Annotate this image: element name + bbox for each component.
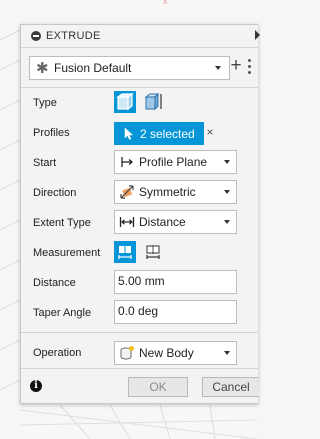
profiles-label: Profiles (33, 127, 70, 139)
dialog-title-bar[interactable]: EXTRUDE (21, 25, 260, 48)
measurement-half-button[interactable] (114, 241, 136, 263)
cancel-button[interactable]: Cancel (202, 377, 259, 397)
more-options-icon[interactable] (247, 59, 253, 75)
ok-button[interactable]: OK (128, 377, 188, 397)
measurement-whole-button[interactable] (142, 241, 164, 263)
distance-input[interactable] (115, 271, 228, 291)
extrude-solid-icon (116, 92, 134, 111)
dialog-title: EXTRUDE (46, 30, 101, 42)
profiles-select-button[interactable]: 2 selected (114, 122, 204, 145)
add-preset-button[interactable]: + (228, 56, 244, 78)
taper-angle-input[interactable] (115, 301, 228, 321)
preset-dropdown[interactable]: ✱ Fusion Default (29, 56, 230, 80)
star-icon: ✱ (36, 60, 49, 77)
symmetric-direction-icon (120, 185, 134, 199)
direction-value: Symmetric (139, 185, 196, 199)
profile-plane-icon (121, 157, 134, 167)
taper-angle-label: Taper Angle (33, 307, 92, 319)
distance-label: Distance (33, 277, 76, 289)
chevron-down-icon (224, 220, 230, 224)
cursor-icon (124, 127, 134, 140)
extent-type-value: Distance (139, 215, 186, 229)
divider (21, 332, 258, 333)
start-value: Profile Plane (139, 155, 208, 169)
taper-angle-field[interactable] (114, 300, 237, 324)
extrude-dialog: EXTRUDE ✱ Fusion Default + Type Profiles… (20, 24, 260, 404)
distance-field[interactable] (114, 270, 237, 294)
expand-arrow-icon[interactable] (255, 30, 260, 40)
extrude-thin-icon (144, 92, 162, 111)
extent-type-label: Extent Type (33, 217, 91, 229)
operation-value: New Body (139, 346, 194, 360)
operation-dropdown[interactable]: New Body (114, 341, 237, 365)
preset-label: Fusion Default (54, 61, 132, 75)
chevron-down-icon (224, 351, 230, 355)
operation-label: Operation (33, 347, 82, 359)
new-body-icon (120, 346, 134, 360)
distance-extent-icon (119, 217, 135, 227)
collapse-icon[interactable] (31, 31, 41, 41)
direction-label: Direction (33, 187, 77, 199)
start-label: Start (33, 157, 57, 169)
info-icon[interactable]: i (30, 380, 42, 392)
direction-dropdown[interactable]: Symmetric (114, 180, 237, 204)
chevron-down-icon (215, 66, 221, 70)
type-solid-button[interactable] (114, 91, 136, 113)
profiles-count: 2 selected (140, 127, 195, 141)
chevron-down-icon (224, 160, 230, 164)
divider (21, 87, 258, 88)
start-dropdown[interactable]: Profile Plane (114, 150, 237, 174)
half-length-icon (118, 245, 132, 259)
whole-length-icon (146, 245, 160, 259)
measurement-label: Measurement (33, 247, 101, 259)
clear-selection-icon[interactable]: × (203, 125, 217, 139)
svg-text:x: x (163, 0, 168, 6)
divider (21, 368, 258, 369)
extent-type-dropdown[interactable]: Distance (114, 210, 237, 234)
type-thin-button[interactable] (142, 91, 164, 113)
type-label: Type (33, 97, 57, 109)
chevron-down-icon (224, 190, 230, 194)
